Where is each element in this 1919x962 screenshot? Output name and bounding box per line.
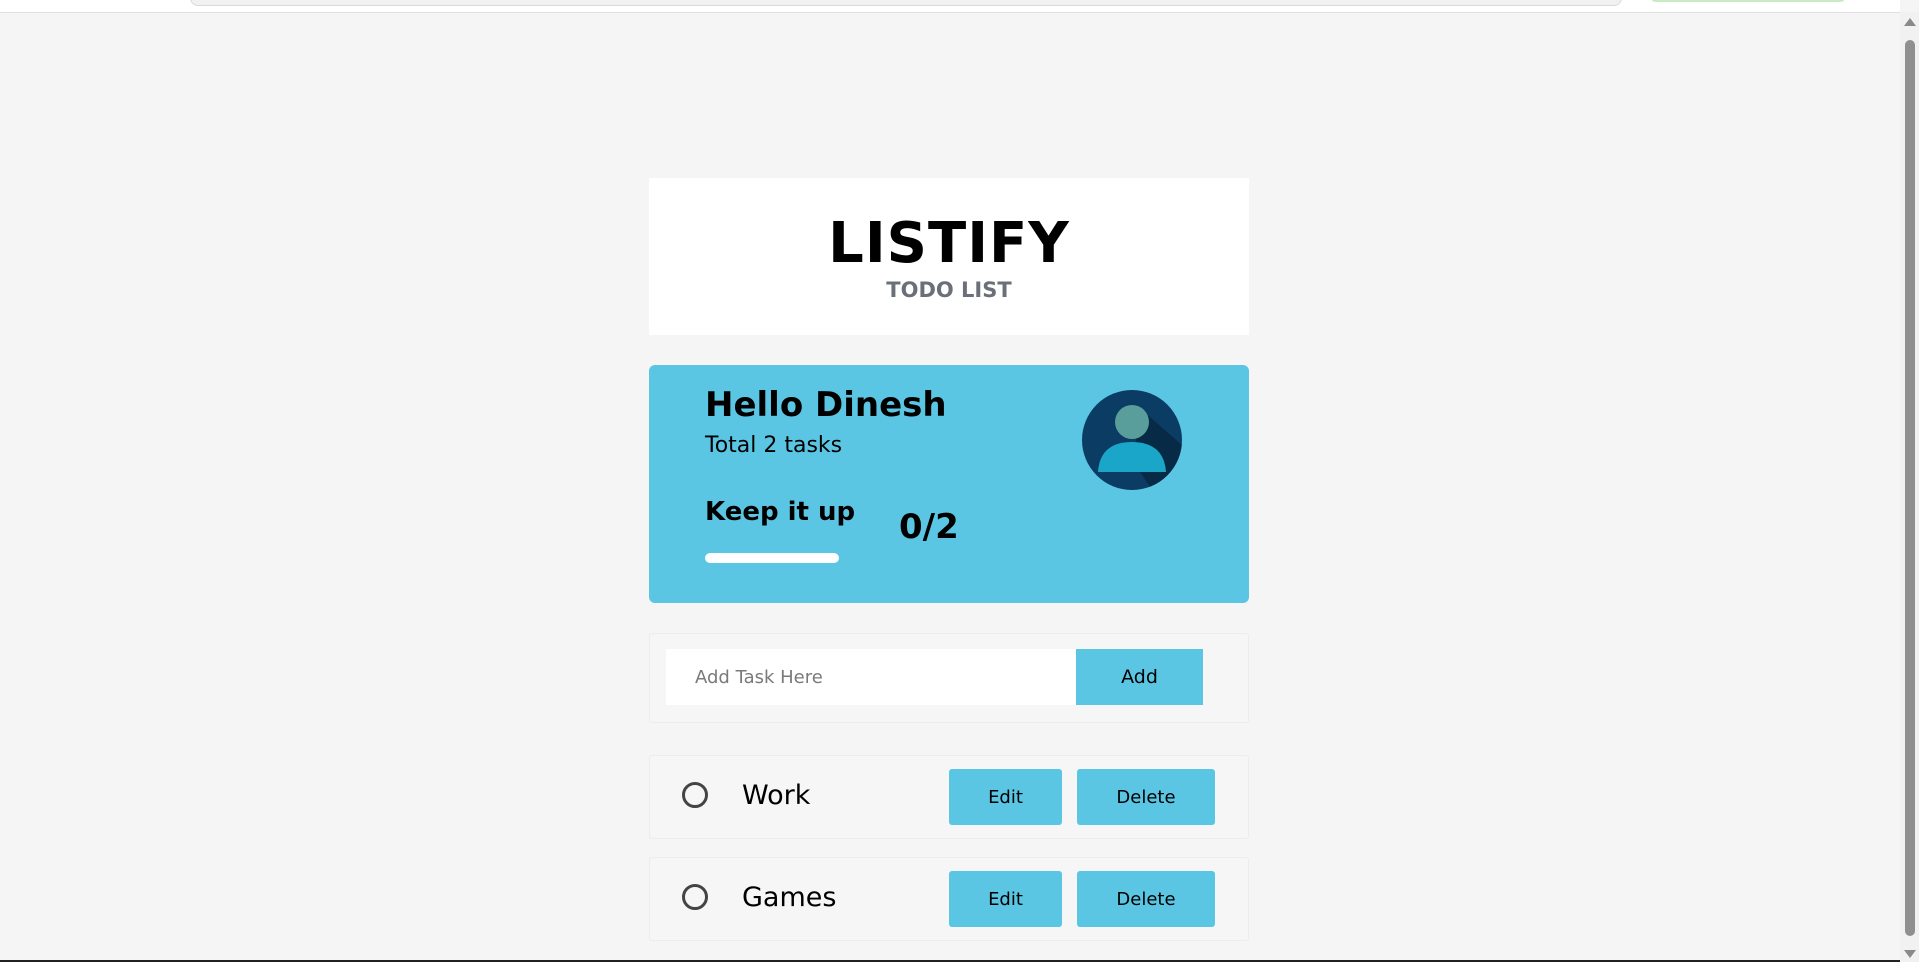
- task-item: Work Edit Delete: [649, 755, 1249, 839]
- progress-count: 0/2: [899, 507, 959, 547]
- scroll-up-arrow-icon[interactable]: [1904, 18, 1916, 26]
- task-name: Work: [742, 780, 811, 811]
- address-bar[interactable]: [190, 0, 1622, 6]
- header-card: LISTIFY TODO LIST: [649, 178, 1249, 335]
- motivation-text: Keep it up: [705, 497, 856, 527]
- browser-top-strip: [0, 0, 1900, 13]
- scroll-down-arrow-icon[interactable]: [1904, 950, 1916, 958]
- add-task-button[interactable]: Add: [1076, 649, 1203, 705]
- delete-task-button[interactable]: Delete: [1077, 769, 1215, 825]
- summary-card: Hello Dinesh Total 2 tasks Keep it up 0/…: [649, 365, 1249, 603]
- progress-bar: [705, 553, 839, 563]
- task-checkbox[interactable]: [682, 884, 708, 910]
- user-avatar-icon: [1082, 390, 1182, 490]
- task-item: Games Edit Delete: [649, 857, 1249, 941]
- total-tasks-text: Total 2 tasks: [705, 433, 843, 458]
- task-name: Games: [742, 882, 837, 913]
- app-subtitle: TODO LIST: [886, 278, 1012, 302]
- app-title: LISTIFY: [828, 211, 1070, 276]
- edit-task-button[interactable]: Edit: [949, 769, 1062, 825]
- task-checkbox[interactable]: [682, 782, 708, 808]
- edit-task-button[interactable]: Edit: [949, 871, 1062, 927]
- task-input[interactable]: [666, 649, 1076, 705]
- task-list: Work Edit Delete Games Edit Delete: [649, 755, 1249, 941]
- app-container: LISTIFY TODO LIST Hello Dinesh Total 2 t…: [649, 178, 1249, 959]
- delete-task-button[interactable]: Delete: [1077, 871, 1215, 927]
- toolbar-pill[interactable]: [1650, 0, 1846, 2]
- add-task-form: Add: [649, 633, 1249, 723]
- vertical-scrollbar[interactable]: [1900, 12, 1919, 962]
- page: LISTIFY TODO LIST Hello Dinesh Total 2 t…: [0, 0, 1919, 962]
- scrollbar-thumb[interactable]: [1905, 40, 1915, 936]
- greeting: Hello Dinesh: [705, 385, 947, 425]
